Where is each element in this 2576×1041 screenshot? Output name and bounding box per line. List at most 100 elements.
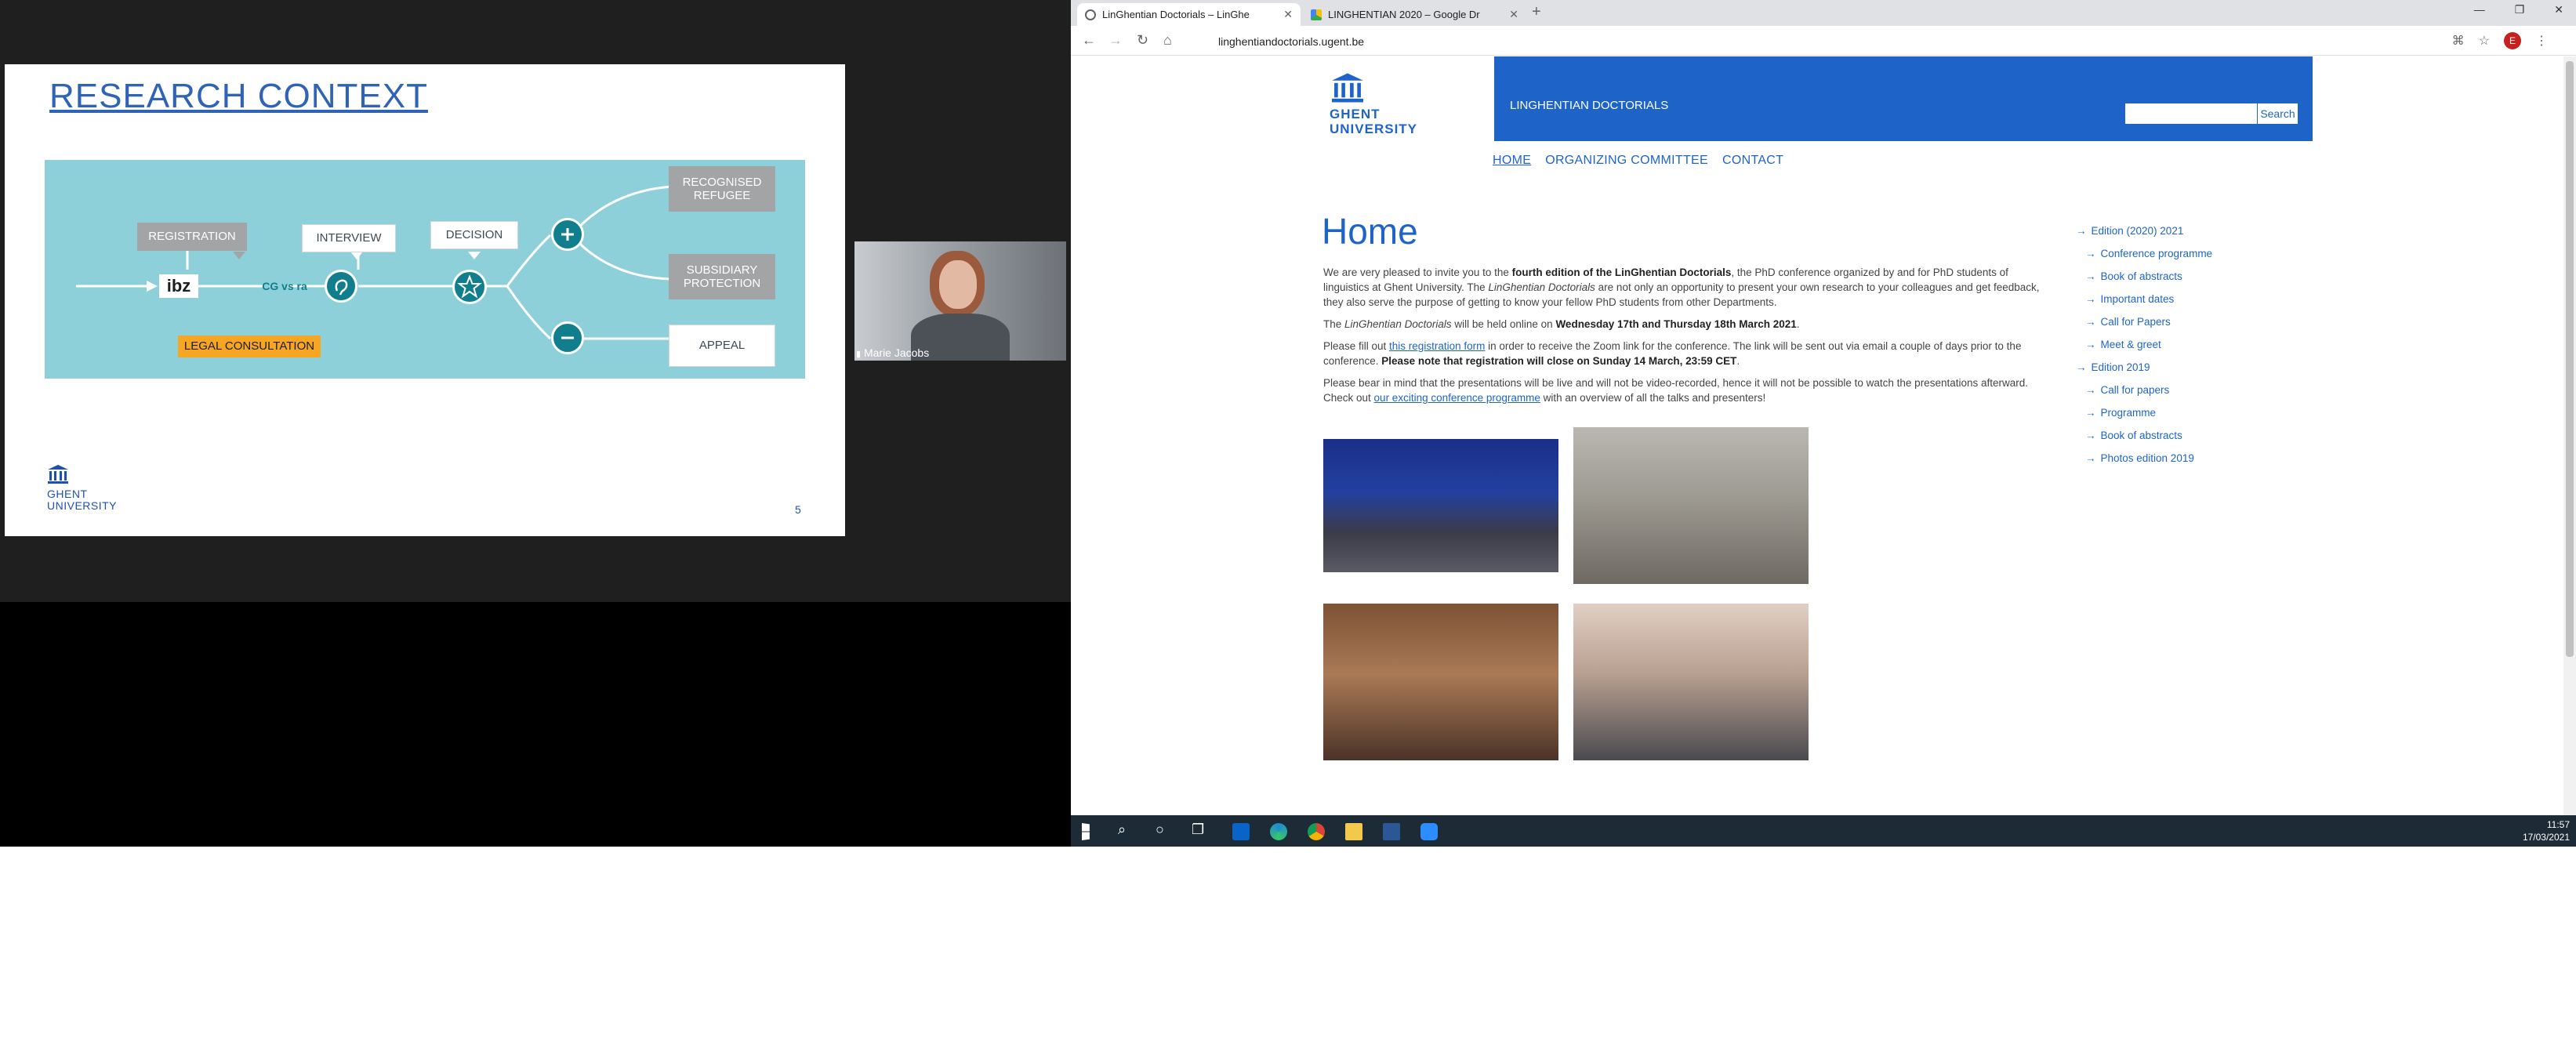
legal-consultation-box: LEGAL CONSULTATION: [178, 336, 321, 357]
arrow-right-icon: →: [2085, 384, 2096, 396]
tab-strip: LinGhentian Doctorials – LinGhe ✕ LINGHE…: [1071, 0, 2576, 26]
ibz-logo: ibz: [159, 274, 198, 298]
nav-home[interactable]: HOME: [1493, 154, 1531, 168]
new-tab-button[interactable]: +: [1532, 3, 1541, 21]
sidenav-item[interactable]: → Conference programme: [2076, 242, 2212, 265]
university-building-icon: [1332, 73, 1363, 103]
arrow-right-icon: →: [2085, 248, 2096, 259]
group-photo-2[interactable]: [1573, 427, 1809, 584]
cgvs-logo: CG vs ra: [262, 279, 307, 292]
participant-video[interactable]: [854, 241, 1066, 361]
subsidiary-protection-box: SUBSIDIARY PROTECTION: [669, 254, 775, 299]
date-paragraph: The LinGhentian Doctorials will be held …: [1323, 318, 1800, 330]
url-field[interactable]: linghentiandoctorials.ugent.be: [1190, 32, 2436, 51]
signal-icon: ▮: [856, 350, 862, 359]
reload-icon[interactable]: ↻: [1137, 32, 1148, 49]
minus-icon: [551, 321, 584, 354]
scrollbar-thumb[interactable]: [2566, 61, 2574, 657]
slide-logo-line2: UNIVERSITY: [47, 499, 118, 513]
registration-form-link[interactable]: this registration form: [1389, 340, 1485, 352]
forward-icon[interactable]: →: [1108, 32, 1123, 49]
star-icon: [452, 270, 487, 304]
address-bar-row: ← → ↻ ⌂ linghentiandoctorials.ugent.be ⌘…: [1071, 26, 2576, 56]
conference-programme-link[interactable]: our exciting conference programme: [1374, 392, 1540, 404]
close-window-icon[interactable]: ✕: [2554, 3, 2563, 16]
home-icon[interactable]: ⌂: [1163, 32, 1172, 49]
ear-icon: [325, 270, 357, 303]
slide-page-number: 5: [795, 503, 801, 516]
ghent-university-logo[interactable]: GHENT UNIVERSITY: [1330, 72, 1418, 136]
arrow-right-icon: →: [2085, 430, 2096, 441]
cortana-icon[interactable]: ○: [1156, 822, 1164, 838]
conference-photo-3[interactable]: [1323, 604, 1558, 760]
sidenav-item[interactable]: → Important dates: [2076, 288, 2212, 310]
nav-contact[interactable]: CONTACT: [1722, 154, 1783, 168]
toolbar-icons: ⌘ ☆ E ⋮: [2452, 32, 2548, 49]
arrow-right-icon: →: [2085, 293, 2096, 305]
zoom-icon[interactable]: [1420, 823, 1438, 840]
tab-linghentian-doctorials[interactable]: LinGhentian Doctorials – LinGhe ✕: [1077, 3, 1301, 26]
chrome-icon[interactable]: [1308, 823, 1325, 840]
arrow-right-icon: →: [2076, 225, 2087, 237]
extension-icon[interactable]: ⌘: [2452, 33, 2465, 49]
arrow-right-icon: →: [2085, 270, 2096, 282]
sidenav-item[interactable]: → Photos edition 2019: [2076, 447, 2212, 470]
programme-paragraph: Please bear in mind that the presentatio…: [1323, 377, 2029, 404]
search-input[interactable]: [2125, 103, 2257, 124]
conference-photo-4[interactable]: [1573, 604, 1809, 760]
task-view-icon[interactable]: ❐: [1192, 822, 1204, 838]
recognised-refugee-box: RECOGNISED REFUGEE: [669, 166, 775, 212]
close-tab-icon[interactable]: ✕: [1509, 8, 1518, 21]
arrow-right-icon: →: [2085, 452, 2096, 464]
sidenav-item[interactable]: → Call for Papers: [2076, 310, 2212, 333]
university-building-icon: [48, 465, 68, 484]
sidenav-item[interactable]: → Edition (2020) 2021: [2076, 219, 2212, 242]
edge-icon[interactable]: [1270, 823, 1287, 840]
search-button[interactable]: Search: [2257, 103, 2298, 124]
arrow-right-icon: →: [2076, 361, 2087, 373]
sidenav-item[interactable]: → Programme: [2076, 401, 2212, 424]
nav-organizing-committee[interactable]: ORGANIZING COMMITTEE: [1545, 154, 1708, 168]
profile-avatar[interactable]: E: [2504, 32, 2521, 49]
file-explorer-icon[interactable]: [1345, 823, 1362, 840]
zoom-window: RESEARCH CONTEXT REGISTRATION INTERVIEW …: [0, 0, 1071, 847]
interview-box: INTERVIEW: [302, 224, 396, 252]
search-icon[interactable]: ⌕: [1118, 822, 1126, 838]
shared-slide: RESEARCH CONTEXT REGISTRATION INTERVIEW …: [5, 64, 845, 536]
system-clock[interactable]: 11:57 17/03/2021: [2523, 818, 2570, 843]
plus-icon: [551, 218, 584, 251]
page-title: Home: [1322, 211, 1418, 252]
page-content: We are very pleased to invite you to the…: [1323, 265, 2044, 412]
word-icon[interactable]: [1383, 823, 1400, 840]
menu-kebab-icon[interactable]: ⋮: [2535, 33, 2548, 49]
slide-logo-line1: GHENT: [47, 488, 88, 500]
decision-box: DECISION: [430, 221, 518, 249]
sidenav-item[interactable]: → Meet & greet: [2076, 333, 2212, 356]
participant-face: [939, 260, 977, 309]
tab-google-drive[interactable]: LINGHENTIAN 2020 – Google Dr ✕: [1303, 3, 1526, 26]
group-photo-1[interactable]: [1323, 439, 1558, 572]
intro-paragraph: We are very pleased to invite you to the…: [1323, 267, 2040, 308]
browser-window: LinGhentian Doctorials – LinGhe ✕ LINGHE…: [1071, 0, 2576, 815]
windows-taskbar: ⌕ ○ ❐ 11:57 17/03/2021: [1071, 815, 2576, 847]
sidenav-item[interactable]: → Call for papers: [2076, 379, 2212, 401]
back-icon[interactable]: ←: [1082, 32, 1096, 49]
sidenav-item[interactable]: → Edition 2019: [2076, 356, 2212, 379]
windows-start-icon[interactable]: [1082, 823, 1090, 840]
sidenav-item[interactable]: → Book of abstracts: [2076, 424, 2212, 447]
minimize-icon[interactable]: —: [2474, 3, 2485, 16]
bookmark-star-icon[interactable]: ☆: [2479, 33, 2490, 49]
sidenav-item[interactable]: → Book of abstracts: [2076, 265, 2212, 288]
appeal-box: APPEAL: [669, 325, 775, 367]
site-name[interactable]: LINGHENTIAN DOCTORIALS: [1510, 99, 1668, 112]
site-logo-line2: UNIVERSITY: [1330, 121, 1418, 136]
site-logo-line1: GHENT: [1330, 107, 1381, 122]
restore-icon[interactable]: ❐: [2515, 3, 2525, 16]
close-tab-icon[interactable]: ✕: [1283, 8, 1293, 21]
outlook-icon[interactable]: [1232, 823, 1250, 840]
main-navigation: HOME ORGANIZING COMMITTEE CONTACT: [1493, 154, 1783, 168]
asylum-procedure-diagram: REGISTRATION INTERVIEW DECISION RECOGNIS…: [45, 160, 805, 379]
page-scrollbar[interactable]: [2563, 56, 2576, 815]
arrow-right-icon: →: [2085, 407, 2096, 419]
registration-paragraph: Please fill out this registration form i…: [1323, 340, 2022, 367]
